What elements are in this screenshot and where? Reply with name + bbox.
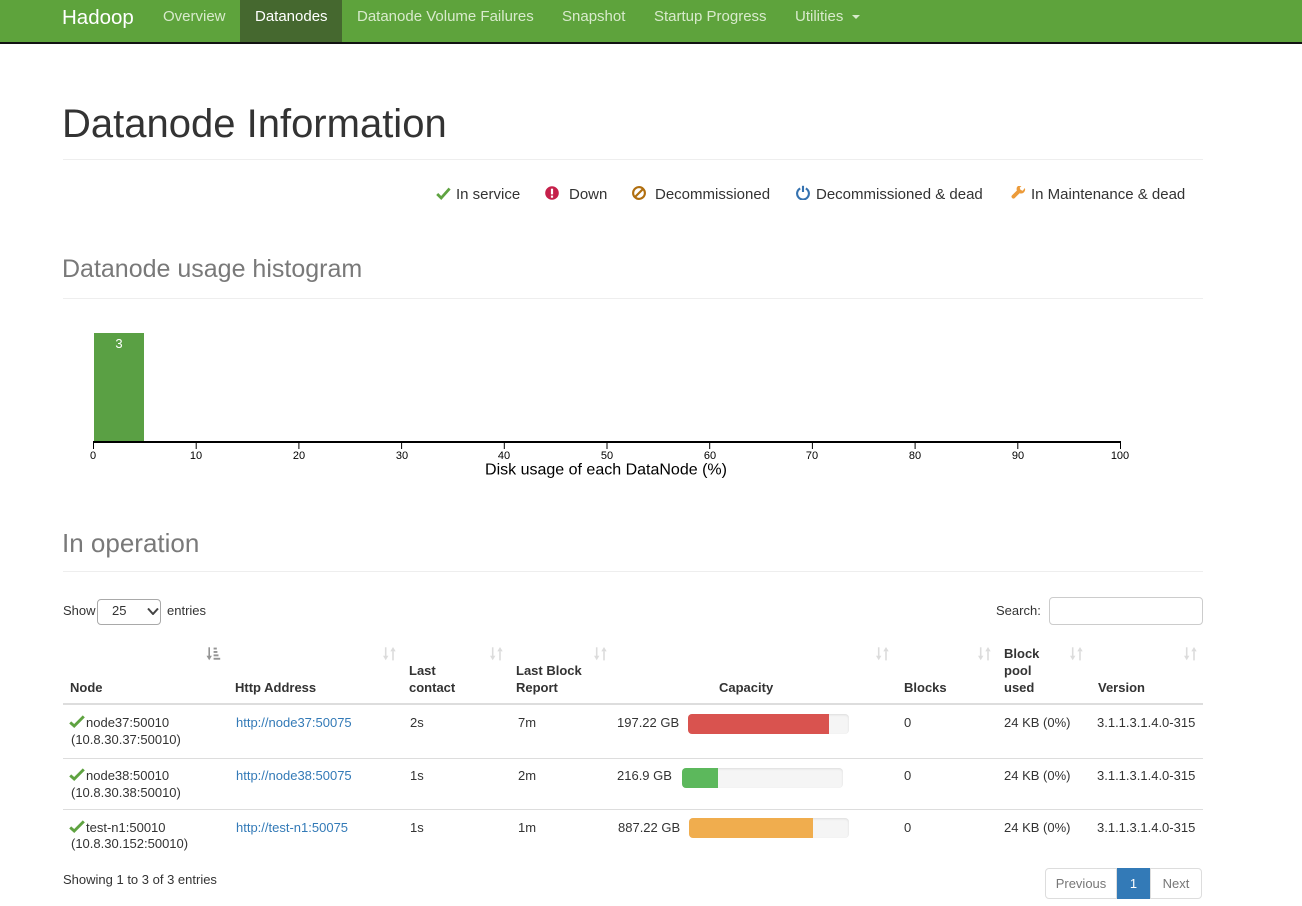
svg-text:30: 30 [396, 450, 408, 462]
svg-text:50: 50 [601, 450, 613, 462]
svg-text:80: 80 [909, 450, 921, 462]
svg-text:Disk usage of each DataNode (%: Disk usage of each DataNode (%) [485, 462, 727, 479]
svg-text:10: 10 [190, 450, 202, 462]
svg-text:70: 70 [806, 450, 818, 462]
svg-text:40: 40 [498, 450, 510, 462]
svg-text:100: 100 [1111, 450, 1129, 462]
svg-text:60: 60 [704, 450, 716, 462]
svg-text:0: 0 [90, 450, 96, 462]
svg-text:20: 20 [293, 450, 305, 462]
svg-text:3: 3 [115, 336, 122, 351]
svg-text:90: 90 [1012, 450, 1024, 462]
